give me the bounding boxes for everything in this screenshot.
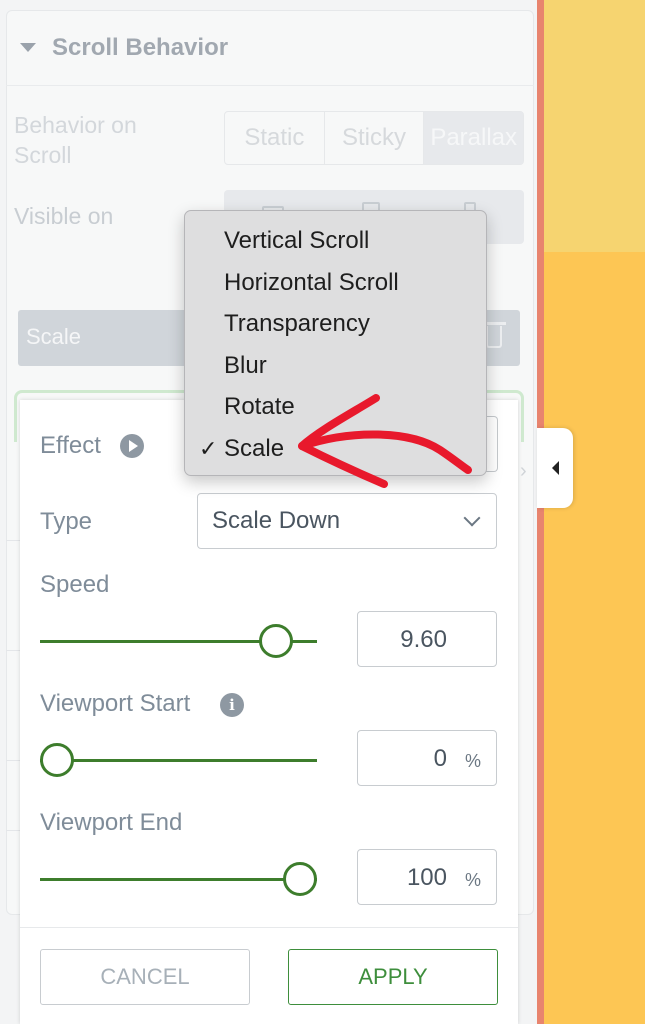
dropdown-item-scale[interactable]: Scale (224, 435, 284, 463)
info-icon[interactable]: i (220, 693, 244, 717)
annotation-arrow (298, 394, 472, 488)
type-select-value: Scale Down (212, 507, 341, 534)
viewport-start-input-value: 0 (433, 745, 447, 772)
dropdown-item-blur[interactable]: Blur (224, 352, 267, 380)
effect-row-label: Scale (26, 324, 82, 349)
percent-unit: % (465, 751, 482, 771)
type-label: Type (40, 508, 93, 535)
speed-label: Speed (40, 571, 110, 598)
viewport-end-slider-track[interactable] (40, 878, 317, 881)
play-icon[interactable] (120, 434, 144, 458)
viewport-start-label: Viewport Start (40, 690, 191, 717)
behavior-option-parallax[interactable]: Parallax (424, 112, 524, 164)
dropdown-item-transparency[interactable]: Transparency (224, 310, 370, 338)
checkmark-icon: ✓ (199, 436, 218, 461)
dropdown-item-vertical-scroll[interactable]: Vertical Scroll (224, 227, 369, 255)
apply-button[interactable]: APPLY (288, 949, 498, 1005)
section-title: Scroll Behavior (52, 34, 229, 61)
behavior-option-static[interactable]: Static (225, 112, 325, 164)
viewport-end-slider-handle[interactable] (283, 862, 317, 896)
cancel-button[interactable]: CANCEL (40, 949, 250, 1005)
viewport-end-input-value: 100 (406, 864, 447, 891)
behavior-label: Behavior on Scroll (14, 112, 137, 168)
canvas-area-top (544, 0, 645, 252)
canvas-area (544, 252, 645, 1024)
effect-label: Effect (40, 432, 101, 459)
panel-edge (537, 0, 544, 1024)
viewport-start-slider-track[interactable] (40, 759, 317, 762)
visible-on-label: Visible on (14, 203, 114, 229)
viewport-start-slider-handle[interactable] (40, 743, 74, 777)
chevron-left-icon[interactable] (552, 461, 559, 475)
viewport-end-label: Viewport End (40, 809, 183, 836)
footer-divider (20, 927, 518, 928)
speed-input-value: 9.60 (400, 626, 447, 653)
behavior-segmented-control: Static Sticky Parallax (224, 111, 524, 165)
behavior-option-sticky[interactable]: Sticky (325, 112, 425, 164)
percent-unit: % (465, 870, 482, 890)
trash-icon[interactable] (486, 326, 502, 348)
speed-slider-handle[interactable] (258, 624, 293, 658)
chevron-right-icon: › (520, 460, 527, 482)
caret-down-icon[interactable] (20, 43, 36, 52)
dropdown-item-horizontal-scroll[interactable]: Horizontal Scroll (224, 269, 399, 297)
